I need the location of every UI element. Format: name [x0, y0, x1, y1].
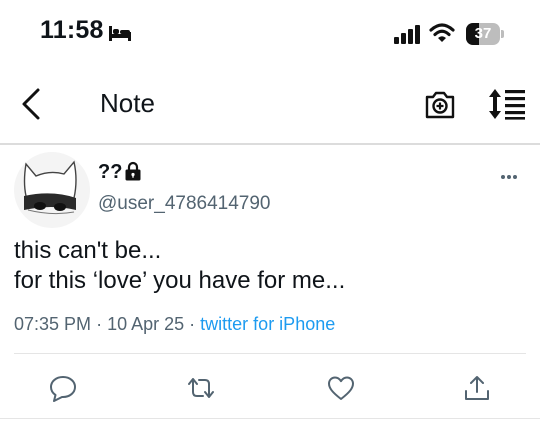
- bed-icon: [109, 26, 131, 41]
- page-title: Note: [100, 88, 155, 118]
- signal-icon: [394, 25, 420, 44]
- actions-divider: [14, 353, 526, 354]
- avatar[interactable]: [14, 152, 90, 228]
- camera-plus-icon[interactable]: [424, 88, 456, 120]
- battery-percent: 37: [474, 25, 492, 42]
- battery-icon: 37: [466, 23, 506, 45]
- tweet-text-line: this can't be...: [14, 237, 162, 264]
- reply-icon[interactable]: [48, 374, 78, 402]
- lock-icon: [125, 161, 141, 181]
- tweet-date: 10 Apr 25: [107, 314, 185, 334]
- tweet-time: 07:35 PM: [14, 314, 92, 334]
- bottom-divider: [0, 418, 540, 419]
- tweet-text-line: for this ‘love’ you have for me...: [14, 267, 346, 294]
- nav-divider: [0, 143, 540, 145]
- display-name[interactable]: ??: [98, 161, 122, 184]
- chevron-left-icon[interactable]: [14, 86, 50, 122]
- tweet-meta: 07:35 PM · 10 Apr 25 · twitter for iPhon…: [14, 314, 335, 335]
- like-icon[interactable]: [326, 374, 356, 402]
- more-icon[interactable]: [494, 166, 524, 188]
- tweet-source-link[interactable]: twitter for iPhone: [200, 314, 335, 334]
- wifi-icon: [429, 23, 455, 42]
- meta-separator: ·: [96, 314, 103, 334]
- user-handle[interactable]: @user_4786414790: [98, 193, 270, 215]
- tweet-text: this can't be... for this ‘love’ you hav…: [14, 236, 345, 296]
- share-icon[interactable]: [462, 374, 492, 402]
- sort-icon[interactable]: [488, 88, 526, 120]
- meta-separator: ·: [189, 314, 196, 334]
- retweet-icon[interactable]: [186, 374, 216, 402]
- status-time: 11:58: [40, 16, 104, 44]
